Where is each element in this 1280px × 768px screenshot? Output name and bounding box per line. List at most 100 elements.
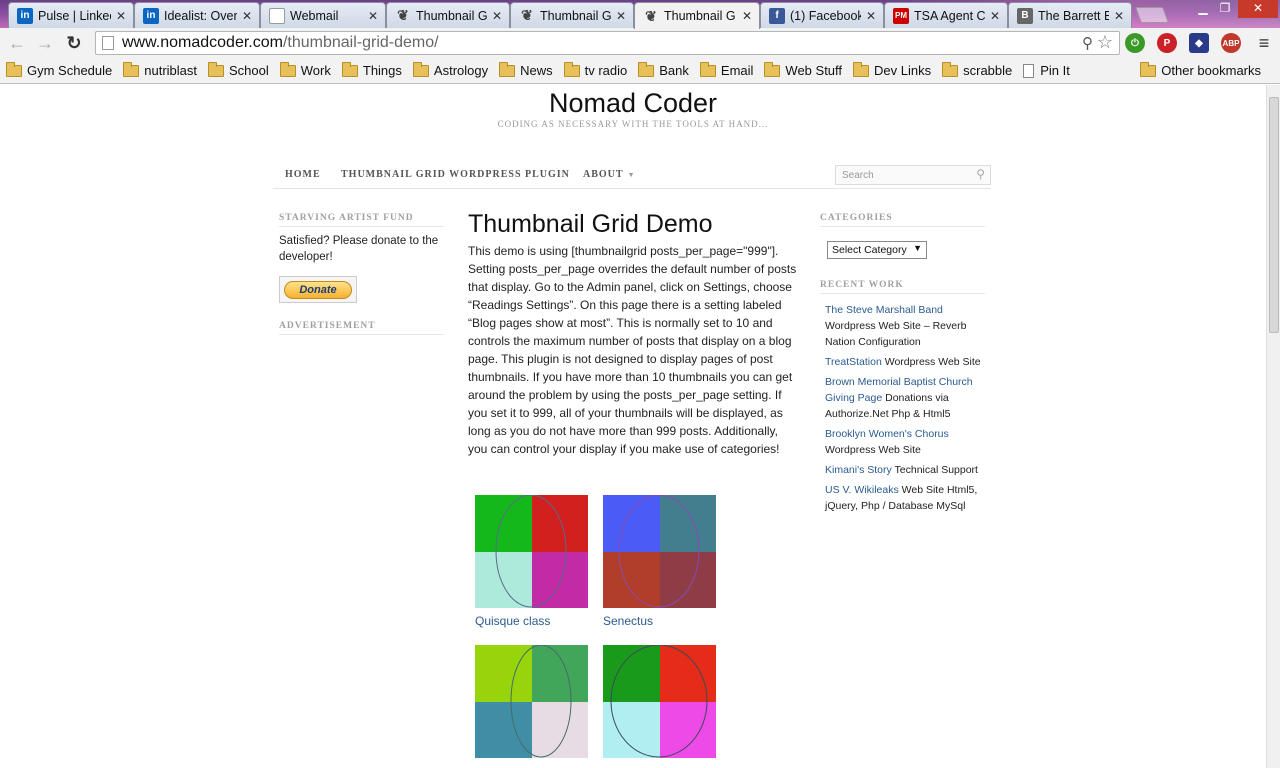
extension-green-icon[interactable]: ⏻	[1125, 33, 1145, 53]
recent-work-link[interactable]: US V. Wikileaks	[825, 484, 899, 496]
tab-title: Idealist: Over	[164, 8, 237, 23]
thumbnail-caption[interactable]: Senectus	[603, 614, 716, 628]
bookmark-pin-it[interactable]: Pin It	[1023, 63, 1070, 78]
nav-thumbnail-plugin[interactable]: THUMBNAIL GRID WORDPRESS PLUGIN	[341, 169, 570, 180]
leaf-icon: ❦	[397, 7, 409, 23]
close-icon[interactable]: ✕	[367, 9, 379, 23]
folder-icon	[764, 61, 781, 77]
recent-work-link[interactable]: TreatStation	[825, 356, 882, 368]
thumbnail-image[interactable]	[603, 645, 716, 758]
bookmark-star-icon[interactable]: ☆	[1097, 32, 1113, 53]
bookmark-folder[interactable]: Work	[279, 61, 331, 78]
menu-icon[interactable]: ≡	[1253, 32, 1275, 54]
scrollbar-thumb[interactable]	[1269, 97, 1279, 333]
folder-icon	[699, 61, 716, 77]
bookmark-label: scrabble	[963, 63, 1013, 78]
tab-thumbnail-active[interactable]: ❦ Thumbnail G ✕	[634, 2, 760, 29]
search-input[interactable]: Search ⚲	[835, 165, 991, 185]
new-tab-button[interactable]	[1135, 7, 1169, 23]
bookmark-folder[interactable]: School	[208, 61, 269, 78]
thumbnail-item[interactable]: Quisque class	[475, 495, 588, 628]
close-icon[interactable]: ✕	[615, 9, 627, 23]
other-bookmarks[interactable]: Other bookmarks	[1140, 61, 1261, 78]
list-item: Kimani's Story Technical Support	[825, 462, 985, 478]
tab-tsa[interactable]: PM TSA Agent Cr ✕	[884, 2, 1008, 28]
nav-home[interactable]: HOME	[285, 169, 321, 180]
close-icon[interactable]: ✕	[741, 9, 753, 23]
thumbnail-caption[interactable]: Quisque class	[475, 614, 588, 628]
list-item: US V. Wikileaks Web Site Html5, jQuery, …	[825, 482, 985, 514]
adblock-icon[interactable]: ABP	[1221, 33, 1241, 53]
post-title: Thumbnail Grid Demo	[468, 210, 713, 238]
bookmark-folder[interactable]: Gym Schedule	[6, 61, 112, 78]
vertical-scrollbar[interactable]	[1266, 85, 1280, 768]
bookmark-folder[interactable]: Bank	[638, 61, 689, 78]
bookmark-label: School	[229, 63, 269, 78]
tab-barrett[interactable]: B The Barrett B ✕	[1008, 2, 1132, 28]
close-icon[interactable]: ✕	[491, 9, 503, 23]
thumbnail-image[interactable]	[475, 495, 588, 608]
folder-icon	[412, 61, 429, 77]
tab-thumbnail-1[interactable]: ❦ Thumbnail G ✕	[386, 2, 510, 28]
bookmark-folder[interactable]: Email	[699, 61, 753, 78]
pinterest-icon[interactable]: P	[1157, 33, 1177, 53]
page-icon	[1023, 63, 1035, 78]
page-icon	[102, 36, 114, 50]
reload-icon[interactable]: ↻	[63, 32, 85, 54]
thumbnail-item[interactable]	[475, 645, 588, 758]
thumbnail-item[interactable]	[603, 645, 716, 758]
url-host: www.nomadcoder.com	[122, 34, 283, 51]
bookmark-folder[interactable]: Dev Links	[853, 61, 932, 78]
close-icon[interactable]: ✕	[241, 9, 253, 23]
bookmark-label: Pin It	[1040, 63, 1070, 78]
forward-icon[interactable]: →	[34, 32, 56, 54]
thumbnail-item[interactable]: Senectus	[603, 495, 716, 628]
bookmark-folder[interactable]: Things	[341, 61, 402, 78]
recent-work-link[interactable]: Kimani's Story	[825, 464, 892, 476]
bookmark-label: Dev Links	[874, 63, 932, 78]
recent-work-link[interactable]: Brooklyn Women's Chorus	[825, 428, 949, 440]
tab-title: Pulse | Linkec	[38, 8, 111, 23]
facebook-icon: f	[769, 7, 785, 24]
tab-pulse[interactable]: in Pulse | Linkec ✕	[8, 2, 134, 28]
recent-work-text: Wordpress Web Site	[825, 444, 921, 456]
bookmark-label: Astrology	[433, 63, 489, 78]
bookmark-folder[interactable]: scrabble	[942, 61, 1013, 78]
close-window-icon[interactable]: ✕	[1238, 0, 1278, 18]
tab-thumbnail-2[interactable]: ❦ Thumbnail G ✕	[510, 2, 634, 28]
tab-facebook[interactable]: f (1) Facebook ✕	[760, 2, 884, 28]
tab-title: Thumbnail G	[416, 8, 487, 23]
tab-webmail[interactable]: Webmail ✕	[260, 2, 386, 28]
close-icon[interactable]: ✕	[1113, 9, 1125, 23]
close-icon[interactable]: ✕	[115, 9, 127, 23]
minimize-icon[interactable]: ▁	[1192, 0, 1214, 18]
bookmark-label: Things	[362, 63, 402, 78]
category-select-value: Select Category	[832, 244, 907, 256]
search-icon[interactable]: ⚲	[1082, 34, 1093, 52]
nav-about[interactable]: ABOUT ▼	[583, 169, 636, 180]
bookmark-folder[interactable]: News	[499, 61, 553, 78]
bookmark-folder[interactable]: Astrology	[412, 61, 489, 78]
thumbnail-image[interactable]	[475, 645, 588, 758]
bookmark-folder[interactable]: Web Stuff	[764, 61, 842, 78]
search-icon[interactable]: ⚲	[976, 167, 985, 181]
close-icon[interactable]: ✕	[865, 9, 877, 23]
bookmark-label: News	[520, 63, 553, 78]
folder-icon	[208, 61, 225, 77]
recent-work-link[interactable]: The Steve Marshall Band	[825, 304, 943, 316]
bookmark-folder[interactable]: nutriblast	[123, 61, 197, 78]
address-bar[interactable]: www.nomadcoder.com/thumbnail-grid-demo/ …	[95, 31, 1120, 55]
thumbnail-image[interactable]	[603, 495, 716, 608]
chevron-down-icon: ▼	[627, 171, 636, 179]
extension-puzzle-icon[interactable]: ◆	[1189, 33, 1209, 53]
bookmark-label: tv radio	[584, 63, 628, 78]
back-icon[interactable]: ←	[6, 32, 28, 54]
restore-icon[interactable]: ❐	[1214, 0, 1236, 18]
close-icon[interactable]: ✕	[989, 9, 1001, 23]
tab-idealist[interactable]: in Idealist: Over ✕	[134, 2, 260, 28]
bookmark-folder[interactable]: tv radio	[563, 61, 628, 78]
donate-button[interactable]: Donate	[279, 276, 357, 303]
site-title[interactable]: Nomad Coder	[0, 88, 1266, 119]
fund-text: Satisfied? Please donate to the develope…	[279, 235, 439, 263]
category-select[interactable]: Select Category ▼	[827, 241, 927, 259]
